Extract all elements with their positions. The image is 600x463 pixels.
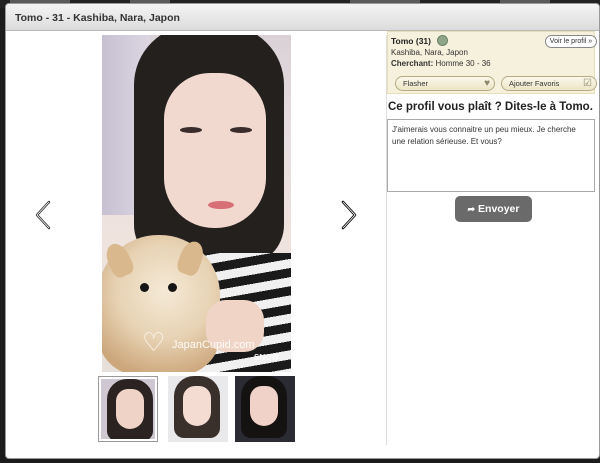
thumbnail-face [116,389,144,429]
previous-photo-button[interactable] [31,199,57,231]
flash-button[interactable]: Flasher ♥ [395,76,495,91]
thumbnail-3[interactable] [235,376,295,442]
photo-eye [230,127,252,133]
profile-name-age: Tomo (31) [391,36,431,46]
profile-summary: Tomo (31) Kashiba, Nara, Japon Cherchant… [387,31,597,94]
add-favorite-button[interactable]: Ajouter Favoris ☑ [501,76,597,91]
message-prompt: Ce profil vous plaît ? Dites-le à Tomo. [388,101,593,113]
seeking-value: Homme 30 - 36 [435,59,491,68]
view-profile-button[interactable]: Voir le profil » [545,35,597,48]
message-textarea[interactable]: J'aimerais vous connaitre un peu mieux. … [387,119,595,192]
thumbnail-1[interactable] [98,376,158,442]
thumbnail-2[interactable] [168,376,228,442]
thumbnail-face [250,386,278,426]
send-label: Envoyer [478,203,520,215]
snow-tag: SNOW [254,353,279,362]
photo-dog-eye [168,283,177,292]
main-profile-photo[interactable]: ♡ JapanCupid.com SNOW [102,35,291,372]
watermark-text: JapanCupid.com [172,339,255,351]
send-button[interactable]: ➦ Envoyer [455,196,532,222]
column-divider [386,35,387,445]
heart-icon: ♥ [484,78,490,89]
photo-eye [180,127,202,133]
photo-lips [208,201,234,209]
chevron-right-icon [341,200,357,230]
seeking-label: Cherchant: [391,59,434,68]
flash-label: Flasher [403,79,429,88]
profile-seeking: Cherchant: Homme 30 - 36 [391,59,491,68]
thumbnail-image [168,376,228,442]
photo-thumbnails [98,376,298,448]
profile-location: Kashiba, Nara, Japon [391,48,468,57]
thumbnail-image [235,376,295,442]
favorite-label: Ajouter Favoris [509,79,560,88]
share-arrow-icon: ➦ [467,204,476,214]
thumbnail-face [183,386,211,426]
watermark-heart-icon: ♡ [142,327,166,357]
modal-title: Tomo - 31 - Kashiba, Nara, Japon [15,12,180,24]
chevron-left-icon [35,200,51,230]
thumbnail-image [101,379,155,439]
modal-titlebar: Tomo - 31 - Kashiba, Nara, Japon [6,4,599,31]
user-icon [437,35,448,46]
photo-dog-eye [140,283,149,292]
checkbox-icon: ☑ [583,78,592,89]
next-photo-button[interactable] [335,199,361,231]
